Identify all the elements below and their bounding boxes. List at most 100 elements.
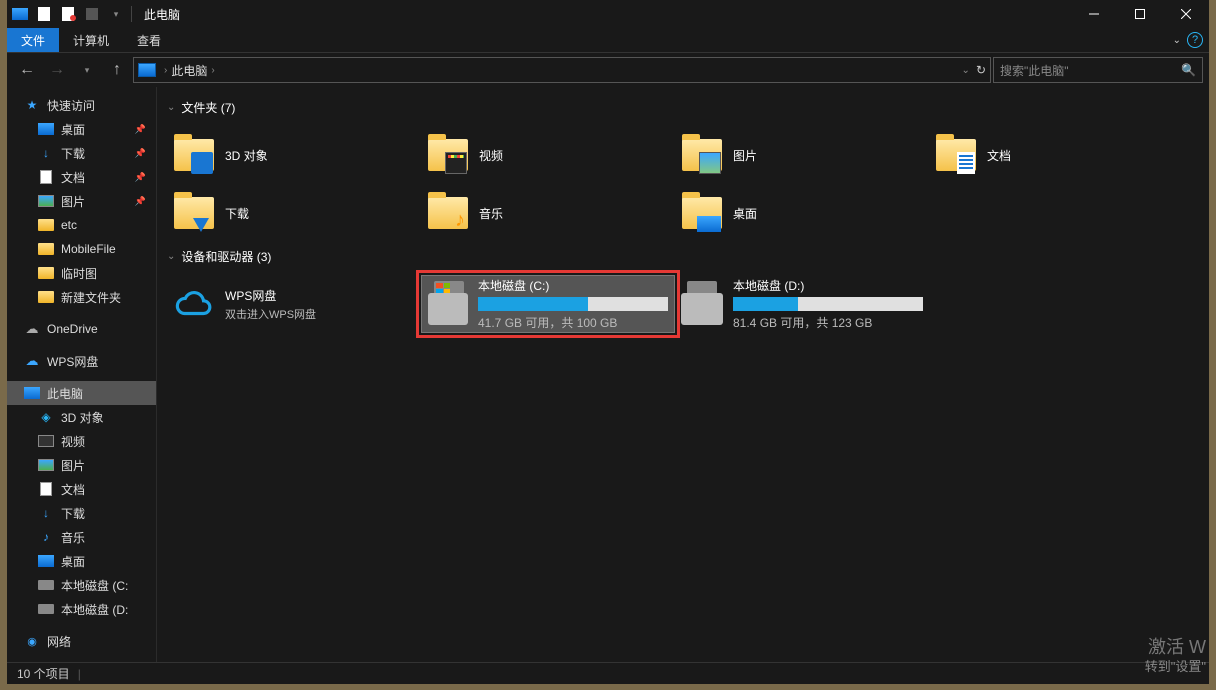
nav-desktop[interactable]: 桌面📌: [7, 117, 156, 141]
back-button[interactable]: ←: [13, 56, 41, 84]
nav-onedrive[interactable]: OneDrive: [7, 317, 156, 341]
nav-pictures[interactable]: 图片📌: [7, 189, 156, 213]
cube-icon: [37, 410, 55, 424]
close-button[interactable]: [1163, 0, 1209, 28]
recent-dropdown[interactable]: ▾: [73, 56, 101, 84]
content-pane: ⌄ 文件夹 (7) 3D 对象 视频 图片 文档 下载 ♪音乐 桌面 ⌄ 设备和…: [157, 87, 1209, 662]
download-icon: [193, 218, 209, 232]
nav-documents-2[interactable]: 文档: [7, 477, 156, 501]
document-icon: [957, 152, 975, 174]
ribbon-tab-computer[interactable]: 计算机: [59, 28, 123, 52]
document-icon: [37, 482, 55, 496]
minimize-button[interactable]: [1071, 0, 1117, 28]
network-icon: [23, 634, 41, 648]
desktop-icon: [697, 216, 721, 232]
refresh-icon[interactable]: ↻: [976, 63, 986, 77]
qa-dropdown-icon[interactable]: ▾: [105, 3, 127, 25]
nav-tempimg[interactable]: 临时图: [7, 261, 156, 285]
drive-d[interactable]: 本地磁盘 (D:) 81.4 GB 可用，共 123 GB: [675, 275, 929, 333]
drive-usage-bar: [478, 297, 668, 311]
pin-icon: 📌: [135, 148, 146, 159]
pc-icon: [23, 386, 41, 400]
drive-name: 本地磁盘 (C:): [478, 277, 668, 294]
folder-icon: [37, 242, 55, 256]
cube-icon: [191, 152, 213, 174]
drive-icon: [428, 293, 468, 325]
pc-icon: [138, 63, 156, 77]
folder-documents[interactable]: 文档: [929, 126, 1183, 184]
chevron-down-icon: ⌄: [167, 102, 175, 113]
drive-name: WPS网盘: [225, 287, 316, 304]
status-item-count: 10 个项目: [17, 665, 70, 682]
nav-quick-access[interactable]: 快速访问: [7, 93, 156, 117]
folder-downloads[interactable]: 下载: [167, 184, 421, 242]
folder-icon: [37, 218, 55, 232]
qa-icon-3[interactable]: [81, 3, 103, 25]
nav-documents[interactable]: 文档📌: [7, 165, 156, 189]
ribbon-collapse-icon[interactable]: ⌄: [1173, 35, 1181, 46]
folder-videos[interactable]: 视频: [421, 126, 675, 184]
pin-icon: 📌: [135, 196, 146, 207]
navigation-pane: 快速访问 桌面📌 下载📌 文档📌 图片📌 etc MobileFile 临时图 …: [7, 87, 157, 662]
chevron-right-icon[interactable]: ›: [211, 65, 214, 76]
folder-desktop[interactable]: 桌面: [675, 184, 929, 242]
ribbon: 文件 计算机 查看 ⌄ ?: [7, 28, 1209, 53]
chevron-right-icon: ›: [164, 65, 167, 76]
search-icon: 🔍: [1181, 63, 1196, 77]
folder-icon: [37, 290, 55, 304]
folder-3d-objects[interactable]: 3D 对象: [167, 126, 421, 184]
breadcrumb-bar[interactable]: › 此电脑 › ⌄ ↻: [133, 57, 991, 83]
breadcrumb-root[interactable]: 此电脑: [171, 62, 207, 79]
drive-name: 本地磁盘 (D:): [733, 277, 923, 294]
picture-icon: [37, 458, 55, 472]
search-input[interactable]: 搜索"此电脑" 🔍: [993, 57, 1203, 83]
explorer-window: ▾ 此电脑 文件 计算机 查看 ⌄ ? ← → ▾ ↑ › 此电脑 ›: [7, 0, 1209, 684]
nav-mobilefile[interactable]: MobileFile: [7, 237, 156, 261]
music-icon: [37, 530, 55, 544]
nav-etc[interactable]: etc: [7, 213, 156, 237]
nav-pictures-2[interactable]: 图片: [7, 453, 156, 477]
nav-music[interactable]: 音乐: [7, 525, 156, 549]
nav-this-pc[interactable]: 此电脑: [7, 381, 156, 405]
forward-button[interactable]: →: [43, 56, 71, 84]
cloud-icon: [23, 322, 41, 336]
music-icon: ♪: [455, 209, 465, 232]
download-icon: [37, 146, 55, 160]
cloud-icon: [173, 283, 215, 325]
cloud-icon: [23, 354, 41, 368]
nav-drive-c[interactable]: 本地磁盘 (C:: [7, 573, 156, 597]
picture-icon: [699, 152, 721, 174]
help-icon[interactable]: ?: [1187, 32, 1203, 48]
app-icon[interactable]: [9, 3, 31, 25]
up-button[interactable]: ↑: [103, 56, 131, 84]
drive-c[interactable]: 本地磁盘 (C:) 41.7 GB 可用，共 100 GB: [421, 275, 675, 333]
group-folders-header[interactable]: ⌄ 文件夹 (7): [167, 99, 1199, 116]
nav-videos[interactable]: 视频: [7, 429, 156, 453]
pin-icon: 📌: [135, 172, 146, 183]
nav-newfolder[interactable]: 新建文件夹: [7, 285, 156, 309]
qa-icon-1[interactable]: [33, 3, 55, 25]
nav-desktop-2[interactable]: 桌面: [7, 549, 156, 573]
qa-icon-2[interactable]: [57, 3, 79, 25]
quick-access-toolbar: ▾: [7, 3, 127, 25]
group-drives-header[interactable]: ⌄ 设备和驱动器 (3): [167, 248, 1199, 265]
ribbon-tab-file[interactable]: 文件: [7, 28, 59, 52]
drive-icon: [37, 602, 55, 616]
nav-network[interactable]: 网络: [7, 629, 156, 653]
drive-desc: 双击进入WPS网盘: [225, 306, 316, 322]
drive-usage-bar: [733, 297, 923, 311]
drive-wps[interactable]: WPS网盘 双击进入WPS网盘: [167, 275, 421, 333]
drive-detail: 81.4 GB 可用，共 123 GB: [733, 314, 923, 331]
nav-downloads[interactable]: 下载📌: [7, 141, 156, 165]
nav-downloads-2[interactable]: 下载: [7, 501, 156, 525]
folder-pictures[interactable]: 图片: [675, 126, 929, 184]
ribbon-tab-view[interactable]: 查看: [123, 28, 175, 52]
maximize-button[interactable]: [1117, 0, 1163, 28]
folder-music[interactable]: ♪音乐: [421, 184, 675, 242]
search-placeholder: 搜索"此电脑": [1000, 62, 1069, 79]
nav-wps[interactable]: WPS网盘: [7, 349, 156, 373]
nav-drive-d[interactable]: 本地磁盘 (D:: [7, 597, 156, 621]
drive-icon: [37, 578, 55, 592]
address-dropdown-icon[interactable]: ⌄: [962, 65, 970, 76]
nav-3d-objects[interactable]: 3D 对象: [7, 405, 156, 429]
